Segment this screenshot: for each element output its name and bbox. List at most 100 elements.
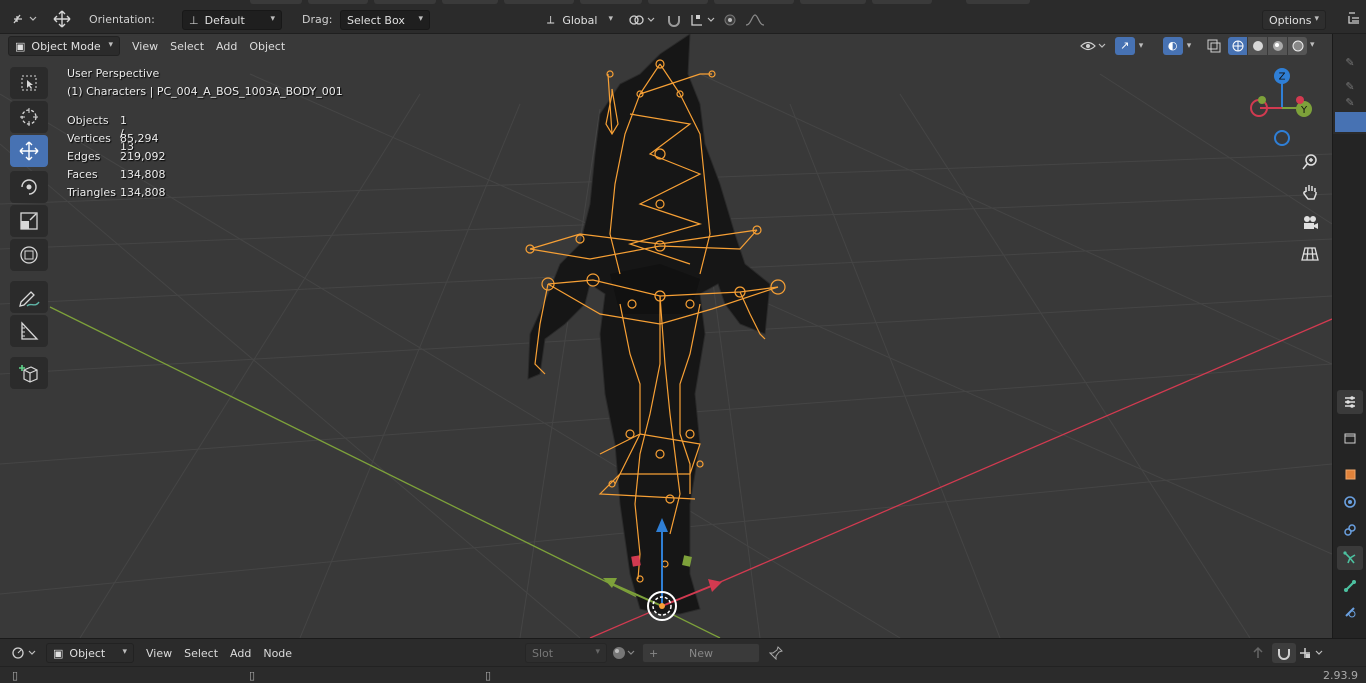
rendered-shading-icon[interactable] — [1288, 37, 1307, 55]
chevron-down-icon: ▾ — [595, 647, 600, 657]
node-snap-target-icon[interactable] — [1296, 643, 1326, 663]
gizmo-neg-z-axis[interactable] — [1274, 130, 1290, 146]
chevron-down-icon: ▾ — [270, 14, 275, 24]
stat-row-faces: Faces 134,808 — [67, 168, 166, 184]
camera-view-icon[interactable] — [1296, 209, 1324, 237]
wireframe-shading-icon[interactable] — [1228, 37, 1247, 55]
shading-mode-group — [1228, 37, 1308, 55]
navigation-gizmo[interactable]: Z Y — [1240, 68, 1330, 148]
overlays-toggle-icon[interactable]: ◐ ▾ — [1156, 36, 1198, 56]
stat-row-edges: Edges 219,092 — [67, 150, 166, 166]
add-cube-tool[interactable] — [10, 357, 48, 389]
shader-type-dropdown[interactable]: ▣ Object ▾ — [46, 643, 134, 663]
visibility-eye-icon[interactable] — [1078, 36, 1108, 56]
menu-add[interactable]: Add — [210, 38, 243, 55]
falloff-curve-icon[interactable] — [742, 10, 772, 30]
node-menu-add[interactable]: Add — [224, 645, 257, 662]
node-menu-node[interactable]: Node — [257, 645, 298, 662]
drag-label: Drag: — [302, 13, 333, 26]
bone-tab-icon[interactable] — [1337, 574, 1363, 598]
viewport-grid — [0, 34, 1332, 638]
mouse-left-icon: ▯ — [12, 669, 19, 682]
stat-label: Edges — [67, 150, 101, 163]
tool-pencil-icon[interactable]: ✎ — [1337, 50, 1363, 74]
transform-pivot-icon[interactable] — [8, 9, 40, 29]
scene-collection-tab-icon[interactable] — [1337, 426, 1363, 450]
gizmo-toggle-icon[interactable]: ↗ ▾ — [1112, 36, 1146, 56]
menu-select[interactable]: Select — [164, 38, 210, 55]
transform-space-value: Global — [562, 13, 598, 27]
stat-label: Faces — [67, 168, 98, 181]
tool-stroke-icon[interactable]: ✎ — [1337, 90, 1363, 114]
scale-icon — [20, 212, 38, 230]
drag-dropdown[interactable]: Select Box ▾ — [340, 10, 430, 30]
menu-view[interactable]: View — [126, 38, 164, 55]
sidebar-toggle-icon[interactable] — [1342, 8, 1366, 28]
top-header: Orientation: ⊥ Default ▾ Drag: Select Bo… — [0, 0, 1366, 34]
tool-settings-tab-icon[interactable] — [1337, 390, 1363, 414]
add-cube-icon — [19, 365, 38, 383]
node-menu-view[interactable]: View — [140, 645, 178, 662]
editor-type-icon[interactable] — [8, 643, 40, 663]
node-snap-icon[interactable] — [1272, 643, 1296, 663]
physics-tab-icon[interactable] — [1337, 490, 1363, 514]
annotate-tool[interactable] — [10, 281, 48, 313]
solid-shading-icon[interactable] — [1248, 37, 1267, 55]
annotate-icon — [19, 291, 40, 307]
node-editor-header: ▣ Object ▾ View Select Add Node Slot ▾ +… — [0, 638, 1366, 666]
cursor-tool[interactable] — [10, 101, 48, 133]
mode-dropdown[interactable]: ▣ Object Mode ▾ — [8, 36, 120, 56]
transform-tool[interactable] — [10, 239, 48, 271]
mouse-right-icon: ▯ — [485, 669, 492, 682]
zoom-icon[interactable] — [1296, 148, 1324, 176]
scale-tool[interactable] — [10, 205, 48, 237]
select-box-tool[interactable] — [10, 67, 48, 99]
stat-row-objects: Objects 1 / 13 — [67, 114, 134, 153]
material-shading-icon[interactable] — [1268, 37, 1287, 55]
snap-target-icon[interactable] — [688, 10, 718, 30]
stat-row-vertices: Vertices 85,294 — [67, 132, 159, 148]
armature-data-tab-icon[interactable] — [1337, 546, 1363, 570]
pivot-point-icon[interactable] — [626, 10, 658, 30]
rotate-tool[interactable] — [10, 171, 48, 203]
move-tool[interactable] — [10, 135, 48, 167]
xray-toggle-icon[interactable] — [1202, 36, 1226, 56]
mouse-middle-icon: ▯ — [249, 669, 256, 682]
version-label: 2.93.9 — [1323, 669, 1358, 682]
measure-tool[interactable] — [10, 315, 48, 347]
slot-label: Slot — [532, 646, 554, 660]
chevron-down-icon: ▾ — [122, 647, 127, 657]
pin-icon[interactable] — [764, 643, 788, 663]
orientation-dropdown[interactable]: ⊥ Default ▾ — [182, 10, 282, 30]
perspective-grid-icon[interactable] — [1296, 240, 1324, 268]
move-gizmo-icon[interactable] — [50, 9, 74, 29]
pan-hand-icon[interactable] — [1296, 178, 1324, 206]
node-editor-menu: View Select Add Node — [140, 643, 298, 663]
constraints-tab-icon[interactable] — [1337, 518, 1363, 542]
menu-object[interactable]: Object — [243, 38, 291, 55]
material-sphere-icon[interactable] — [610, 643, 640, 663]
3d-viewport[interactable]: ▣ Object Mode ▾ View Select Add Object ↗… — [0, 34, 1332, 638]
properties-tab-column: ✎ ✎ ✎ — [1332, 34, 1366, 652]
snap-magnet-icon[interactable] — [662, 10, 686, 30]
object-properties-tab-icon[interactable] — [1337, 462, 1363, 486]
stat-value: 134,808 — [120, 186, 166, 199]
transform-space-dropdown[interactable]: ⟂ Global ▾ — [540, 10, 620, 30]
status-bar: ▯ ▯ ▯ 2.93.9 — [0, 666, 1366, 683]
proportional-editing-icon[interactable] — [718, 10, 742, 30]
cursor-icon — [20, 108, 38, 126]
options-dropdown[interactable]: Options ▾ — [1262, 10, 1326, 30]
select-box-icon — [21, 75, 37, 91]
active-tool-tab[interactable] — [1335, 112, 1366, 132]
chevron-down-icon[interactable]: ▾ — [1310, 40, 1315, 50]
gizmo-x-axis[interactable] — [1296, 96, 1304, 104]
bone-constraint-tab-icon[interactable] — [1337, 600, 1363, 624]
parent-node-tree-icon[interactable] — [1246, 643, 1270, 663]
slot-dropdown[interactable]: Slot ▾ — [525, 643, 607, 663]
gizmo-neg-y-axis[interactable] — [1258, 96, 1266, 104]
new-material-button[interactable]: + New — [642, 643, 760, 663]
shader-type-value: Object — [69, 646, 106, 660]
stat-value: 219,092 — [120, 150, 166, 163]
workspace-tabs-strip — [250, 0, 1030, 4]
node-menu-select[interactable]: Select — [178, 645, 224, 662]
